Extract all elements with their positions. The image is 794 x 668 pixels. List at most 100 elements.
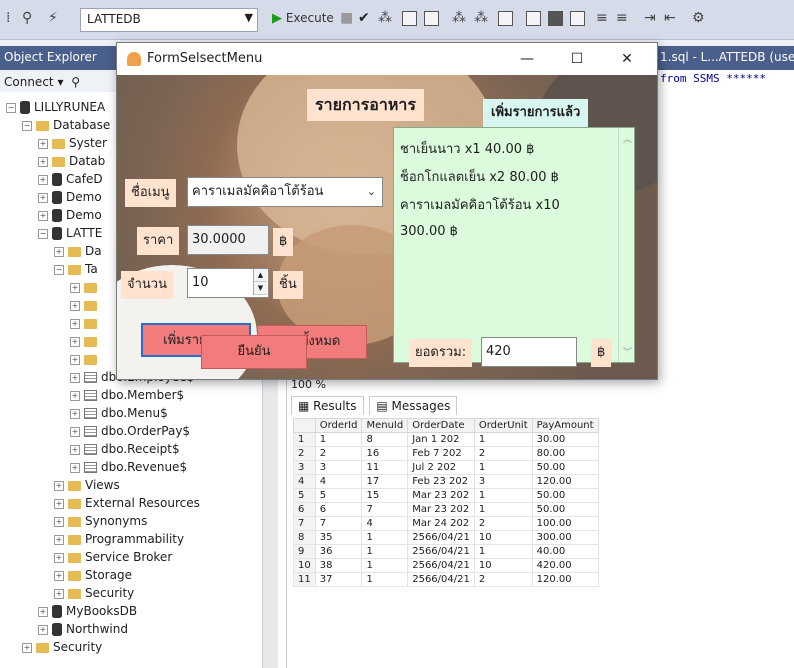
expand-icon[interactable]: + xyxy=(22,642,32,653)
expand-icon[interactable]: + xyxy=(38,174,48,185)
parse-check-icon[interactable]: ✔ xyxy=(358,10,370,26)
table-row[interactable]: 5 5 15 Mar 23 202 1 50.00 xyxy=(293,488,599,503)
table-cell[interactable]: 6 xyxy=(314,502,363,517)
outdent-icon[interactable]: ⇤ xyxy=(664,10,676,26)
table-cell[interactable]: 420.00 xyxy=(531,558,599,573)
expand-icon[interactable]: + xyxy=(70,444,80,455)
table-cell[interactable]: 10 xyxy=(473,558,533,573)
row-number[interactable]: 4 xyxy=(293,474,316,489)
minimize-button[interactable]: — xyxy=(507,47,547,71)
expand-icon[interactable]: + xyxy=(70,408,80,419)
tree-node[interactable]: + xyxy=(70,296,101,315)
stepper-buttons[interactable]: ▲ ▼ xyxy=(253,269,267,295)
table-cell[interactable]: 7 xyxy=(314,516,363,531)
tree-node[interactable]: + Service Broker xyxy=(54,548,172,567)
table-cell[interactable]: 50.00 xyxy=(531,502,599,517)
table-cell[interactable]: 1 xyxy=(361,530,409,545)
tree-node[interactable]: + MyBooksDB xyxy=(38,602,137,621)
close-button[interactable]: ✕ xyxy=(607,47,647,71)
form-title-bar[interactable]: FormSelsectMenu — ☐ ✕ xyxy=(117,43,657,75)
query-options-icon[interactable]: ⁂ xyxy=(474,10,488,26)
table-cell[interactable]: 1 xyxy=(314,432,363,447)
debug-icon[interactable]: ⁂ xyxy=(378,10,392,26)
table-cell[interactable]: 1 xyxy=(473,432,533,447)
table-cell[interactable]: 2 xyxy=(314,446,363,461)
table-cell[interactable]: 16 xyxy=(361,446,409,461)
indent-icon[interactable]: ⇥ xyxy=(644,10,656,26)
row-number[interactable]: 11 xyxy=(293,572,316,587)
tree-node[interactable]: + Storage xyxy=(54,566,132,585)
row-number[interactable]: 10 xyxy=(293,558,316,573)
tree-node[interactable]: + Datab xyxy=(38,152,105,171)
tree-node[interactable]: + Da xyxy=(54,242,102,261)
row-number[interactable]: 7 xyxy=(293,516,316,531)
row-number[interactable]: 9 xyxy=(293,544,316,559)
table-row[interactable]: 1 1 8 Jan 1 202 1 30.00 xyxy=(293,432,599,447)
expand-icon[interactable]: + xyxy=(70,354,80,365)
table-cell[interactable]: 15 xyxy=(361,488,409,503)
menu-select[interactable]: คาราเมลมัคคิอาโต้ร้อน ⌄ xyxy=(187,177,383,207)
table-cell[interactable]: 36 xyxy=(314,544,363,559)
table-cell[interactable]: 80.00 xyxy=(531,446,599,461)
order-list[interactable]: ชาเย็นนาว x1 40.00 ฿ ช็อกโกแลตเย็น x2 80… xyxy=(393,127,635,363)
tree-node[interactable]: + xyxy=(70,314,101,333)
tree-node[interactable]: + xyxy=(70,332,101,351)
table-cell[interactable]: 5 xyxy=(314,488,363,503)
tree-node[interactable]: − LATTE xyxy=(38,224,102,243)
comment-icon[interactable]: ≡ xyxy=(596,10,608,26)
tree-node[interactable]: − Ta xyxy=(54,260,98,279)
table-cell[interactable]: Mar 24 202 xyxy=(407,516,475,531)
connect-button[interactable]: Connect ▾ xyxy=(4,75,63,89)
row-number[interactable]: 2 xyxy=(293,446,316,461)
tree-node[interactable]: + Demo xyxy=(38,206,102,225)
table-cell[interactable]: 2 xyxy=(473,446,533,461)
database-selector[interactable]: LATTEDB ▼ xyxy=(80,8,258,32)
query-plan-icon[interactable]: ⁂ xyxy=(452,10,466,26)
results-file-icon[interactable] xyxy=(526,11,541,26)
query-editor[interactable]: from SSMS ****** xyxy=(656,70,794,380)
table-cell[interactable]: 50.00 xyxy=(531,460,599,475)
table-cell[interactable]: 50.00 xyxy=(531,488,599,503)
table-cell[interactable]: Feb 7 202 xyxy=(407,446,475,461)
table-cell[interactable]: 7 xyxy=(361,502,409,517)
tree-node[interactable]: + Programmability xyxy=(54,530,184,549)
expand-icon[interactable]: + xyxy=(54,246,64,257)
expand-icon[interactable]: + xyxy=(54,552,64,563)
table-cell[interactable]: 4 xyxy=(314,474,363,489)
table-cell[interactable]: 38 xyxy=(314,558,363,573)
results-grid[interactable]: OrderId MenuId OrderDate OrderUnit PayAmount… xyxy=(293,418,599,587)
table-row[interactable]: 6 6 7 Mar 23 202 1 50.00 xyxy=(293,502,599,517)
table-row[interactable]: 11 37 1 2566/04/21 2 120.00 xyxy=(293,572,599,587)
column-header[interactable]: MenuId xyxy=(361,418,409,433)
tree-node[interactable]: + CafeD xyxy=(38,170,103,189)
tree-node[interactable]: + Demo xyxy=(38,188,102,207)
expand-icon[interactable]: + xyxy=(38,156,48,167)
tree-node[interactable]: + External Resources xyxy=(54,494,200,513)
expand-icon[interactable]: + xyxy=(70,318,80,329)
table-cell[interactable]: 30.00 xyxy=(531,432,599,447)
stop-icon[interactable]: ■ xyxy=(340,10,353,26)
expand-icon[interactable]: + xyxy=(70,390,80,401)
table-cell[interactable]: 4 xyxy=(361,516,409,531)
include-stats-icon[interactable] xyxy=(498,11,513,26)
filter-icon[interactable]: ⚲ xyxy=(71,75,80,89)
table-cell[interactable]: 1 xyxy=(473,488,533,503)
row-number[interactable]: 3 xyxy=(293,460,316,475)
table-cell[interactable]: Jul 2 202 xyxy=(407,460,475,475)
table-cell[interactable]: 1 xyxy=(473,502,533,517)
scroll-up-icon[interactable]: ︿ xyxy=(623,132,632,145)
table-cell[interactable]: 3 xyxy=(473,474,533,489)
table-row[interactable]: 8 35 1 2566/04/21 10 300.00 xyxy=(293,530,599,545)
table-cell[interactable]: 1 xyxy=(361,544,409,559)
table-cell[interactable]: 10 xyxy=(473,530,533,545)
connect-db-icon[interactable]: ⚡ xyxy=(48,10,58,26)
tree-node[interactable]: + Views xyxy=(54,476,120,495)
table-cell[interactable]: Mar 23 202 xyxy=(407,502,475,517)
table-cell[interactable]: 2566/04/21 xyxy=(407,572,475,587)
expand-icon[interactable]: + xyxy=(38,624,48,635)
table-cell[interactable]: 8 xyxy=(361,432,409,447)
column-header[interactable]: OrderUnit xyxy=(473,418,533,433)
tree-node[interactable]: + Synonyms xyxy=(54,512,147,531)
table-cell[interactable]: 17 xyxy=(361,474,409,489)
table-cell[interactable]: 1 xyxy=(473,544,533,559)
